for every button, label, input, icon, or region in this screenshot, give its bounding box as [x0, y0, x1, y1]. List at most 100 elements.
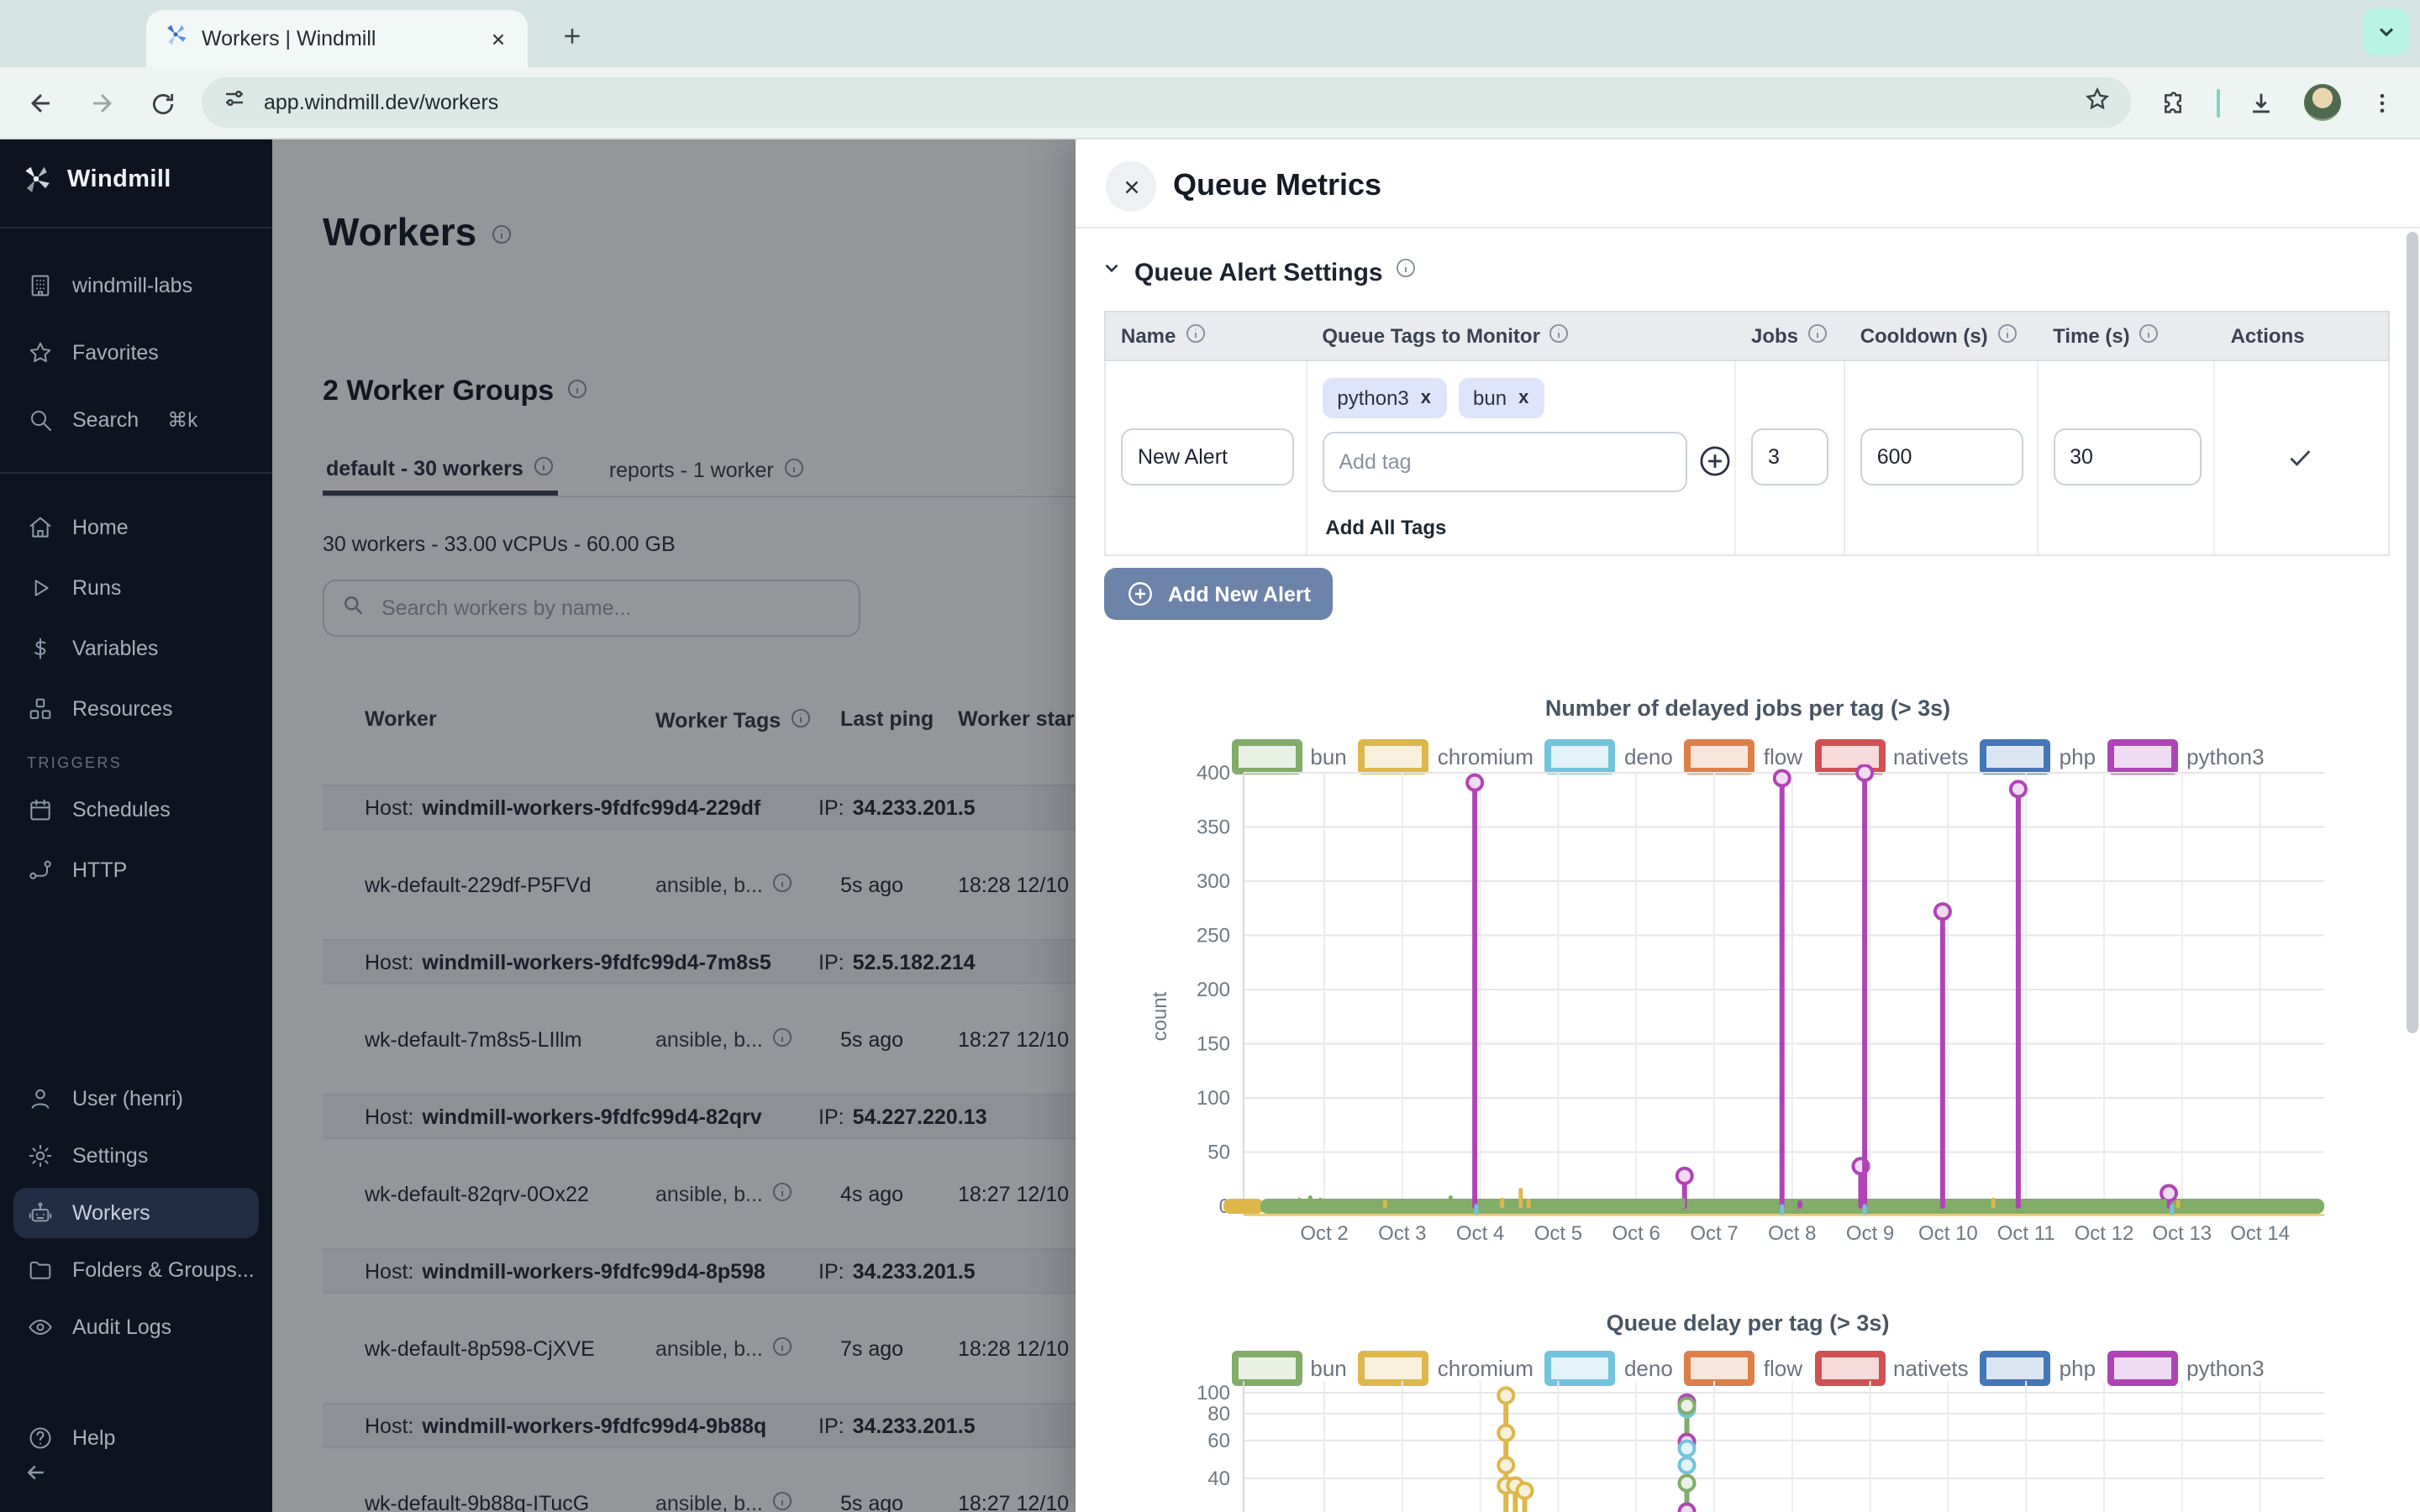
sidebar-item-home[interactable]: Home — [13, 502, 259, 553]
add-tag-input[interactable] — [1322, 432, 1686, 492]
tag-label: bun — [1473, 386, 1507, 410]
tag-pill: python3 x — [1322, 378, 1446, 418]
browser-tab-strip: Workers | Windmill — [0, 0, 2420, 67]
column-label: Queue Tags to Monitor — [1322, 324, 1540, 348]
sidebar-item-runs[interactable]: Runs — [13, 563, 259, 613]
svg-text:250: 250 — [1197, 925, 1230, 948]
dollar-icon — [27, 635, 54, 662]
alert-column-jobs: Jobs — [1736, 312, 1845, 360]
sidebar-item-label: Folders & Groups... — [72, 1258, 255, 1282]
info-icon[interactable] — [1996, 323, 2018, 349]
sidebar-item-label: Audit Logs — [72, 1315, 171, 1339]
back-icon[interactable] — [20, 82, 62, 124]
url-text[interactable]: app.windmill.dev/workers — [264, 91, 2067, 114]
app-window: Windmill TRIGGERS windmill-labsFavorites… — [0, 139, 2420, 1512]
tab-search-chevron-icon[interactable] — [2363, 8, 2410, 55]
kebab-menu-icon[interactable] — [2361, 82, 2403, 124]
sidebar-item-user[interactable]: User (henri) — [13, 1074, 259, 1124]
new-tab-icon[interactable] — [555, 18, 588, 52]
svg-text:Oct 6: Oct 6 — [1612, 1222, 1660, 1245]
screen: Workers | Windmill app.windmill.dev/work… — [0, 0, 2420, 1512]
sidebar-item-audit[interactable]: Audit Logs — [13, 1302, 259, 1352]
sidebar-item-label: HTTP — [72, 858, 127, 882]
collapse-sidebar-icon[interactable] — [24, 1460, 49, 1494]
svg-text:Oct 10: Oct 10 — [1918, 1222, 1978, 1245]
tag-label: python3 — [1337, 386, 1408, 410]
sidebar-item-resources[interactable]: Resources — [13, 684, 259, 734]
play-icon — [27, 575, 54, 601]
add-new-alert-button[interactable]: Add New Alert — [1104, 568, 1333, 620]
chevron-down-icon[interactable] — [1101, 257, 1123, 287]
confirm-check-icon[interactable] — [2286, 444, 2315, 480]
sidebar-item-search[interactable]: Search⌘k — [13, 395, 259, 445]
cooldown-input[interactable] — [1860, 428, 2023, 486]
remove-tag-icon[interactable]: x — [1421, 388, 1431, 408]
sidebar-item-label: Resources — [72, 697, 173, 721]
bookmark-star-icon[interactable] — [2084, 85, 2111, 120]
info-icon[interactable] — [1807, 323, 1828, 349]
alert-column-cooldown-s-: Cooldown (s) — [1845, 312, 2038, 360]
info-icon[interactable] — [2139, 323, 2160, 349]
sidebar-item-label: windmill-labs — [72, 274, 192, 297]
sidebar-divider — [0, 227, 272, 228]
extensions-icon[interactable] — [2153, 82, 2195, 124]
info-icon[interactable] — [1549, 323, 1570, 349]
column-label: Jobs — [1751, 324, 1798, 348]
sidebar-item-label: Favorites — [72, 341, 159, 365]
column-label: Time (s) — [2053, 324, 2130, 348]
download-icon[interactable] — [2240, 82, 2282, 124]
omnibox[interactable]: app.windmill.dev/workers — [202, 77, 2131, 128]
delayed-jobs-chart: 050100150200250300350400Oct 2Oct 3Oct 4O… — [1143, 764, 2386, 1262]
sidebar-item-help[interactable]: Help — [13, 1413, 259, 1463]
time-input[interactable] — [2053, 428, 2201, 486]
reload-icon[interactable] — [141, 82, 183, 124]
eye-icon — [27, 1314, 54, 1341]
delayed-jobs-chart-title: Number of delayed jobs per tag (> 3s) — [1076, 696, 2420, 721]
queue-alert-table: NameQueue Tags to MonitorJobsCooldown (s… — [1104, 311, 2390, 556]
brand-name: Windmill — [67, 165, 171, 192]
remove-tag-icon[interactable]: x — [1518, 388, 1528, 408]
close-drawer-icon[interactable] — [1106, 161, 1156, 212]
star-icon — [27, 339, 54, 366]
calendar-icon — [27, 796, 54, 823]
search-shortcut: ⌘k — [167, 408, 197, 432]
sidebar-item-label: User (henri) — [72, 1087, 183, 1110]
toolbar-separator — [2217, 89, 2220, 118]
drawer-backdrop[interactable] — [272, 139, 1076, 1512]
add-tag-plus-icon[interactable] — [1697, 444, 1732, 479]
sidebar-item-label: Variables — [72, 637, 158, 660]
alert-name-input[interactable] — [1121, 428, 1294, 486]
svg-text:Oct 4: Oct 4 — [1456, 1222, 1504, 1245]
sidebar-item-favorites[interactable]: Favorites — [13, 328, 259, 378]
browser-tab[interactable]: Workers | Windmill — [146, 10, 528, 67]
sidebar-item-workspace[interactable]: windmill-labs — [13, 260, 259, 311]
tab-close-icon[interactable] — [484, 25, 511, 52]
sidebar-item-http[interactable]: HTTP — [13, 845, 259, 895]
windmill-logo-icon — [20, 163, 52, 195]
sidebar-item-settings[interactable]: Settings — [13, 1131, 259, 1181]
forward-icon[interactable] — [81, 82, 123, 124]
gear-icon — [27, 1142, 54, 1169]
sidebar-item-workers[interactable]: Workers — [13, 1188, 259, 1238]
queue-delay-chart-title: Queue delay per tag (> 3s) — [1076, 1310, 2420, 1336]
drawer-scrollbar[interactable] — [2407, 232, 2418, 1033]
brand[interactable]: Windmill — [20, 163, 171, 195]
svg-text:Oct 11: Oct 11 — [1997, 1222, 2055, 1245]
svg-text:Oct 9: Oct 9 — [1846, 1222, 1894, 1245]
sidebar-item-label: Schedules — [72, 798, 171, 822]
sidebar-item-folders[interactable]: Folders & Groups... — [13, 1245, 259, 1295]
building-icon — [27, 272, 54, 299]
sidebar-item-schedules[interactable]: Schedules — [13, 785, 259, 835]
site-settings-icon[interactable] — [222, 86, 247, 119]
profile-avatar[interactable] — [2304, 84, 2341, 121]
home-icon — [27, 514, 54, 541]
jobs-input[interactable] — [1751, 428, 1828, 486]
info-icon[interactable] — [1395, 257, 1417, 287]
alert-column-actions: Actions — [2216, 312, 2388, 360]
info-icon[interactable] — [1184, 323, 1206, 349]
svg-text:Oct 8: Oct 8 — [1768, 1222, 1816, 1245]
sidebar: Windmill TRIGGERS windmill-labsFavorites… — [0, 139, 272, 1512]
svg-text:200: 200 — [1197, 979, 1230, 1001]
add-all-tags-link[interactable]: Add All Tags — [1325, 516, 1446, 539]
sidebar-item-variables[interactable]: Variables — [13, 623, 259, 674]
